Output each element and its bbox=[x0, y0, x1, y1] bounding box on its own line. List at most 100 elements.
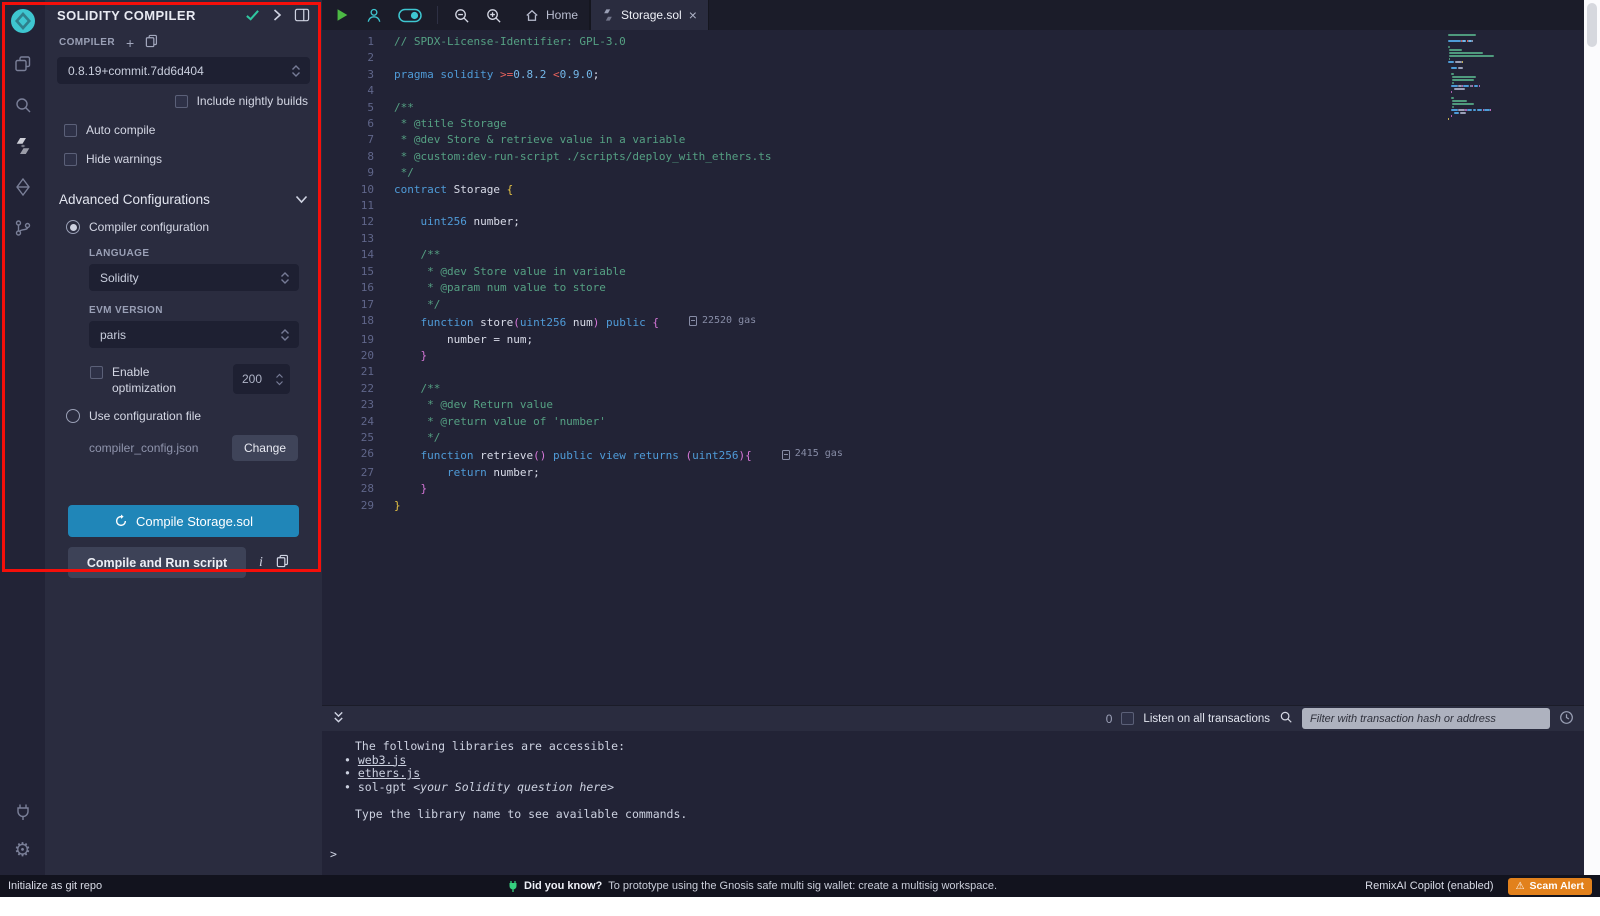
info-icon[interactable]: i bbox=[259, 555, 263, 571]
hide-warnings-checkbox[interactable] bbox=[64, 153, 77, 166]
pending-transactions-clock-icon[interactable] bbox=[1559, 710, 1574, 728]
evm-version-label: EVM VERSION bbox=[89, 291, 299, 316]
copilot-toggle-icon[interactable] bbox=[398, 8, 422, 23]
remix-logo-icon[interactable] bbox=[9, 7, 37, 35]
compiler-configuration-radio[interactable] bbox=[66, 220, 80, 234]
include-nightly-checkbox[interactable] bbox=[175, 95, 188, 108]
search-icon[interactable] bbox=[12, 94, 34, 116]
code-line: 21 bbox=[322, 364, 1584, 380]
ai-assistant-icon[interactable] bbox=[365, 7, 383, 23]
run-script-play-icon[interactable] bbox=[334, 7, 350, 23]
use-configuration-file-label: Use configuration file bbox=[89, 409, 201, 423]
code-editor[interactable]: 1// SPDX-License-Identifier: GPL-3.023pr… bbox=[322, 30, 1584, 705]
split-panel-icon[interactable] bbox=[294, 8, 310, 22]
solidity-file-icon bbox=[602, 8, 614, 22]
advanced-configurations-toggle[interactable]: Advanced Configurations bbox=[45, 166, 322, 207]
evm-version-select[interactable]: paris bbox=[89, 321, 299, 348]
browser-scrollbar[interactable] bbox=[1584, 0, 1600, 875]
warning-icon: ⚠ bbox=[1516, 881, 1525, 892]
transaction-filter-input[interactable] bbox=[1302, 708, 1550, 729]
terminal-library-link[interactable]: ethers.js bbox=[358, 766, 420, 780]
code-line: 3pragma solidity >=0.8.2 <0.9.0; bbox=[322, 67, 1584, 83]
line-number: 4 bbox=[322, 83, 374, 99]
add-custom-compiler-icon[interactable]: + bbox=[126, 36, 134, 50]
listen-all-transactions-checkbox[interactable] bbox=[1121, 712, 1134, 725]
deploy-run-icon[interactable] bbox=[12, 176, 34, 198]
terminal-prompt[interactable]: > bbox=[322, 848, 1584, 862]
minimap[interactable] bbox=[1448, 34, 1512, 121]
code-line: 11 bbox=[322, 198, 1584, 214]
file-explorer-icon[interactable] bbox=[12, 53, 34, 75]
optimization-runs-input[interactable]: 200 bbox=[233, 364, 290, 394]
close-tab-icon[interactable]: × bbox=[689, 8, 697, 22]
line-number: 28 bbox=[322, 481, 374, 497]
line-number: 29 bbox=[322, 498, 374, 514]
language-value: Solidity bbox=[100, 271, 139, 285]
copy-version-icon[interactable] bbox=[145, 34, 158, 51]
code-line: 18 function store(uint256 num) public {2… bbox=[322, 313, 1584, 332]
use-configuration-file-radio[interactable] bbox=[66, 409, 80, 423]
line-number: 2 bbox=[322, 50, 374, 66]
panel-header: SOLIDITY COMPILER bbox=[45, 0, 322, 30]
compiler-version-select[interactable]: 0.8.19+commit.7dd6d404 bbox=[57, 57, 310, 84]
solidity-compiler-icon[interactable] bbox=[12, 135, 34, 157]
line-number: 6 bbox=[322, 116, 374, 132]
terminal-line: Type the library name to see available c… bbox=[322, 808, 1584, 822]
enable-optimization-checkbox[interactable] bbox=[90, 366, 103, 379]
line-number: 21 bbox=[322, 364, 374, 380]
scam-alert-label: Scam Alert bbox=[1530, 880, 1584, 892]
tip-title: Did you know? bbox=[524, 880, 602, 892]
terminal-line: The following libraries are accessible: bbox=[322, 740, 1584, 754]
git-init-label[interactable]: Initialize as git repo bbox=[8, 880, 102, 892]
terminal-line: • ethers.js bbox=[322, 767, 1584, 781]
terminal-output[interactable]: The following libraries are accessible: •… bbox=[322, 731, 1584, 875]
compile-button[interactable]: Compile Storage.sol bbox=[68, 505, 299, 537]
code-line: 25 */ bbox=[322, 430, 1584, 446]
line-number: 11 bbox=[322, 198, 374, 214]
compiler-section-label: COMPILER bbox=[59, 37, 115, 48]
copy-script-icon[interactable] bbox=[276, 554, 289, 571]
compiler-configuration-label: Compiler configuration bbox=[89, 220, 209, 234]
transaction-count-badge: 0 bbox=[1106, 712, 1113, 726]
scam-alert-badge[interactable]: ⚠ Scam Alert bbox=[1508, 878, 1592, 895]
git-icon[interactable] bbox=[12, 217, 34, 239]
plugin-manager-icon[interactable] bbox=[12, 801, 34, 823]
plug-tip-icon bbox=[508, 880, 518, 893]
optimization-row: Enable optimization 200 bbox=[45, 348, 322, 396]
tab-storage-label: Storage.sol bbox=[621, 8, 682, 22]
did-you-know-tip: Did you know? To prototype using the Gno… bbox=[508, 880, 997, 893]
plugin-icon-bar: ⚙ bbox=[0, 0, 45, 875]
compiler-configuration-radio-row: Compiler configuration bbox=[45, 207, 322, 234]
code-line: 27 return number; bbox=[322, 465, 1584, 481]
zoom-in-icon[interactable] bbox=[485, 7, 502, 24]
terminal-line: • sol-gpt <your Solidity question here> bbox=[322, 781, 1584, 795]
tab-storage-sol[interactable]: Storage.sol × bbox=[590, 0, 709, 30]
sync-icon bbox=[114, 514, 128, 528]
terminal-library-link[interactable]: web3.js bbox=[358, 753, 406, 767]
zoom-out-icon[interactable] bbox=[453, 7, 470, 24]
line-number: 22 bbox=[322, 381, 374, 397]
code-line: 5/** bbox=[322, 100, 1584, 116]
code-line: 23 * @dev Return value bbox=[322, 397, 1584, 413]
auto-compile-checkbox[interactable] bbox=[64, 124, 77, 137]
code-line: 7 * @dev Store & retrieve value in a var… bbox=[322, 132, 1584, 148]
settings-gear-icon[interactable]: ⚙ bbox=[12, 839, 34, 861]
code-line: 15 * @dev Store value in variable bbox=[322, 264, 1584, 280]
code-line: 20 } bbox=[322, 348, 1584, 364]
status-bar: Initialize as git repo Did you know? To … bbox=[0, 875, 1600, 897]
copilot-status-label[interactable]: RemixAI Copilot (enabled) bbox=[1365, 880, 1493, 892]
line-number: 18 bbox=[322, 313, 374, 332]
tab-home[interactable]: Home bbox=[514, 0, 590, 30]
line-number: 13 bbox=[322, 231, 374, 247]
compile-and-run-button[interactable]: Compile and Run script bbox=[68, 547, 246, 578]
code-line: 29} bbox=[322, 498, 1584, 514]
expand-terminal-icon[interactable] bbox=[332, 710, 345, 728]
language-select[interactable]: Solidity bbox=[89, 264, 299, 291]
line-number: 8 bbox=[322, 149, 374, 165]
listen-all-transactions-label: Listen on all transactions bbox=[1143, 713, 1270, 725]
chevron-right-icon[interactable] bbox=[271, 8, 283, 22]
code-line: 13 bbox=[322, 231, 1584, 247]
auto-compile-row: Auto compile bbox=[45, 108, 322, 137]
change-config-button[interactable]: Change bbox=[232, 435, 298, 461]
scrollbar-thumb[interactable] bbox=[1587, 3, 1597, 47]
